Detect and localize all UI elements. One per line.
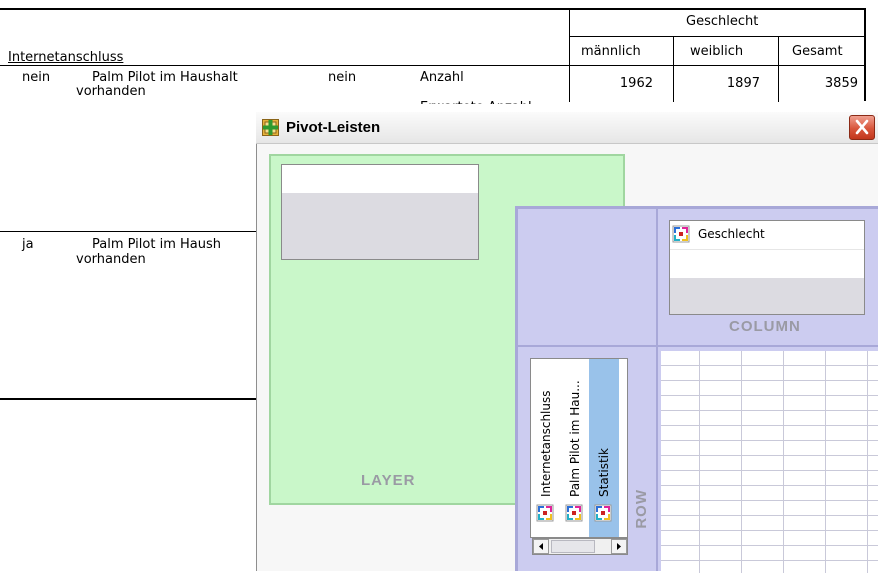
pivot-dialog: Pivot-Leisten LAYER Geschlecht COLUMN In… — [256, 112, 878, 573]
scroll-left-button[interactable] — [533, 539, 549, 554]
scroll-right-button[interactable] — [611, 539, 627, 554]
row-label: ja — [22, 237, 34, 252]
layer-list-empty — [282, 193, 478, 259]
close-button[interactable] — [849, 115, 875, 140]
column-label: COLUMN — [729, 318, 801, 335]
pivot-dimension-icon — [672, 225, 690, 243]
row-item-internetanschluss[interactable]: Internetanschluss — [533, 359, 559, 537]
row-item-label: Internetanschluss — [539, 390, 553, 497]
table-line — [0, 65, 866, 66]
column-item-label: Geschlecht — [698, 227, 765, 241]
column-group-header: Geschlecht — [686, 14, 759, 29]
pivot-dimension-icon — [536, 504, 554, 522]
row-item-label: Statistik — [597, 448, 611, 497]
table-divider — [569, 9, 570, 102]
grid-lines — [661, 351, 878, 573]
row-column-panel: Geschlecht COLUMN Internetanschluss Palm… — [515, 206, 878, 573]
row-item-label: Palm Pilot im Hau... — [568, 380, 582, 497]
table-cell: 1962 — [619, 76, 653, 91]
table-line — [0, 231, 256, 232]
close-icon — [855, 119, 869, 135]
column-header: männlich — [581, 44, 641, 59]
column-dimension-list[interactable]: Geschlecht — [669, 220, 865, 315]
table-cell: 3859 — [824, 76, 858, 91]
column-list-empty — [670, 278, 864, 314]
panel-divider — [656, 209, 658, 571]
row-dim-header: Internetanschluss — [8, 50, 124, 65]
table-top-border — [0, 8, 866, 10]
table-right-border — [864, 8, 866, 101]
pivot-dimension-icon — [565, 504, 583, 522]
table-line — [778, 37, 779, 102]
list-separator — [670, 249, 864, 250]
row-scrollbar[interactable] — [532, 538, 628, 555]
table-bottom-border — [0, 398, 256, 400]
layer-dimension-list[interactable] — [281, 164, 479, 260]
row-label: Palm Pilot im Haushalt — [92, 70, 238, 85]
column-header: weiblich — [690, 44, 744, 59]
row-label: ROW — [633, 489, 650, 529]
pivot-icon — [262, 119, 279, 136]
pivot-preview-grid — [661, 351, 878, 573]
arrow-right-icon — [617, 543, 621, 550]
row-label-partial: Erwartete Anzahl — [420, 100, 532, 104]
scroll-thumb[interactable] — [551, 540, 595, 553]
row-item-palm-pilot[interactable]: Palm Pilot im Hau... — [561, 359, 589, 537]
dialog-client-area: LAYER Geschlecht COLUMN Internetanschlus… — [256, 144, 878, 573]
dialog-title: Pivot-Leisten — [286, 119, 381, 136]
column-header: Gesamt — [792, 44, 843, 59]
row-label: vorhanden — [76, 252, 146, 267]
row-dimension-list[interactable]: Internetanschluss Palm Pilot im Hau... S… — [530, 358, 628, 538]
arrow-left-icon — [539, 543, 543, 550]
pivot-dimension-icon — [594, 504, 612, 522]
row-item-statistik[interactable]: Statistik — [589, 359, 619, 537]
panel-divider — [518, 345, 878, 347]
row-label: nein — [328, 70, 357, 85]
layer-label: LAYER — [361, 472, 416, 489]
row-label: vorhanden — [76, 84, 146, 99]
table-cell: 1897 — [726, 76, 760, 91]
row-label: nein — [22, 70, 51, 85]
table-line — [570, 36, 865, 37]
row-label: Palm Pilot im Haush — [92, 237, 221, 252]
table-line — [673, 37, 674, 102]
row-label: Anzahl — [420, 70, 464, 85]
dialog-titlebar[interactable]: Pivot-Leisten — [256, 112, 878, 144]
